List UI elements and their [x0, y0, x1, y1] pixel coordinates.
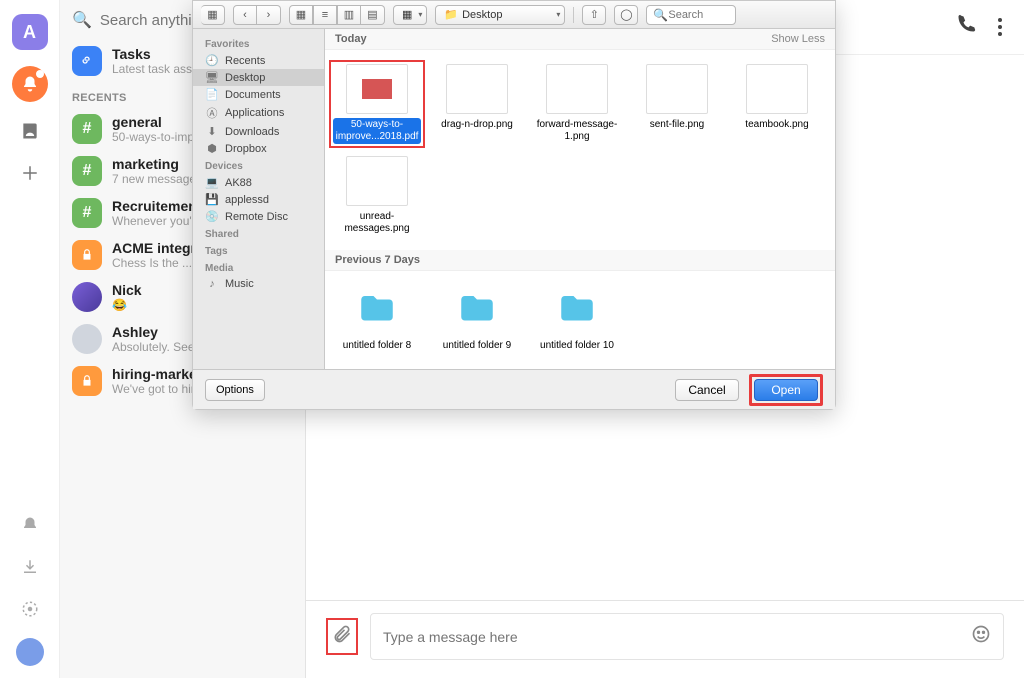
options-button[interactable]: Options: [205, 379, 265, 401]
computer-icon: 💻: [205, 176, 219, 189]
folder-item[interactable]: untitled folder 10: [529, 281, 625, 357]
sidebar-downloads[interactable]: ⬇Downloads: [193, 123, 324, 140]
view-icons-icon[interactable]: ▦: [289, 5, 313, 25]
dropbox-icon: ⬢: [205, 142, 219, 155]
location-select[interactable]: 📁 Desktop: [435, 5, 565, 25]
file-item-selected[interactable]: 50-ways-to-improve...2018.pdf: [329, 60, 425, 148]
png-thumbnail-icon: [446, 64, 508, 114]
cancel-button[interactable]: Cancel: [675, 379, 739, 401]
sidebar-applications[interactable]: ⒶApplications: [193, 103, 324, 123]
back-button[interactable]: ‹: [233, 5, 257, 25]
folder-icon: [546, 285, 608, 335]
folder-icon: [346, 285, 408, 335]
search-icon: 🔍: [72, 10, 92, 30]
file-item[interactable]: sent-file.png: [629, 60, 725, 148]
channel-icon: #: [72, 156, 102, 186]
view-columns-icon[interactable]: ▥: [337, 5, 361, 25]
view-gallery-icon[interactable]: ▤: [361, 5, 385, 25]
file-item[interactable]: forward-message-1.png: [529, 60, 625, 148]
shared-header: Shared: [193, 225, 324, 242]
channel-icon: #: [72, 198, 102, 228]
clock-icon: 🕘: [205, 54, 219, 67]
devices-header: Devices: [193, 157, 324, 174]
apps-icon: Ⓐ: [205, 105, 219, 121]
sidebar-device[interactable]: 💻AK88: [193, 174, 324, 191]
section-previous: Previous 7 Days: [335, 254, 420, 266]
notifications-bell[interactable]: [12, 66, 48, 102]
document-icon: 📄: [205, 88, 219, 101]
contacts-icon[interactable]: [17, 118, 43, 144]
lock-icon: [72, 366, 102, 396]
finder-search[interactable]: 🔍: [646, 5, 736, 25]
lock-icon: [72, 240, 102, 270]
avatar-icon: [72, 282, 102, 312]
user-avatar-small[interactable]: [16, 638, 44, 666]
group-by-select[interactable]: ▦: [393, 5, 427, 25]
bell-outline-icon[interactable]: [17, 512, 43, 538]
open-highlight: Open: [749, 374, 823, 406]
message-input[interactable]: [383, 629, 971, 645]
png-thumbnail-icon: [346, 156, 408, 206]
file-item[interactable]: drag-n-drop.png: [429, 60, 525, 148]
pdf-thumbnail-icon: [346, 64, 408, 114]
favorites-header: Favorites: [193, 35, 324, 52]
sidebar-recents[interactable]: 🕘Recents: [193, 52, 324, 69]
folder-item[interactable]: untitled folder 8: [329, 281, 425, 357]
channel-icon: #: [72, 114, 102, 144]
folder-item[interactable]: untitled folder 9: [429, 281, 525, 357]
tags-icon[interactable]: ◯: [614, 5, 638, 25]
downloads-icon: ⬇: [205, 125, 219, 138]
file-picker-dialog: ▦ ‹ › ▦ ≡ ▥ ▤ ▦ 📁 Desktop ⇧ ◯ 🔍 Favorite…: [192, 0, 836, 410]
sidebar-music[interactable]: ♪Music: [193, 276, 324, 292]
sidebar-device[interactable]: 💾applessd: [193, 191, 324, 208]
add-icon[interactable]: [17, 160, 43, 186]
phone-icon[interactable]: [956, 14, 976, 40]
file-item[interactable]: teambook.png: [729, 60, 825, 148]
tags-header: Tags: [193, 242, 324, 259]
help-icon[interactable]: [17, 596, 43, 622]
png-thumbnail-icon: [646, 64, 708, 114]
png-thumbnail-icon: [546, 64, 608, 114]
paperclip-icon[interactable]: [332, 628, 352, 648]
tasks-icon: [72, 46, 102, 76]
more-icon[interactable]: [998, 18, 1002, 36]
download-icon[interactable]: [17, 554, 43, 580]
avatar-icon: [72, 324, 102, 354]
open-button[interactable]: Open: [754, 379, 818, 401]
sidebar-documents[interactable]: 📄Documents: [193, 86, 324, 103]
disc-icon: 💿: [205, 210, 219, 223]
desktop-icon: 🖥: [205, 71, 219, 84]
show-less-link[interactable]: Show Less: [771, 33, 825, 45]
sidebar-device[interactable]: 💿Remote Disc: [193, 208, 324, 225]
music-icon: ♪: [205, 278, 219, 290]
emoji-icon[interactable]: [971, 624, 991, 649]
file-item[interactable]: unread-messages.png: [329, 152, 425, 240]
sidebar-dropbox[interactable]: ⬢Dropbox: [193, 140, 324, 157]
disk-icon: 💾: [205, 193, 219, 206]
png-thumbnail-icon: [746, 64, 808, 114]
section-today: Today: [335, 33, 367, 45]
sidebar-toggle-icon[interactable]: ▦: [201, 5, 225, 25]
view-list-icon[interactable]: ≡: [313, 5, 337, 25]
media-header: Media: [193, 259, 324, 276]
share-icon[interactable]: ⇧: [582, 5, 606, 25]
forward-button[interactable]: ›: [257, 5, 281, 25]
sidebar-desktop[interactable]: 🖥Desktop: [193, 69, 324, 86]
folder-icon: [446, 285, 508, 335]
workspace-avatar[interactable]: A: [12, 14, 48, 50]
attach-highlight: [326, 618, 358, 655]
